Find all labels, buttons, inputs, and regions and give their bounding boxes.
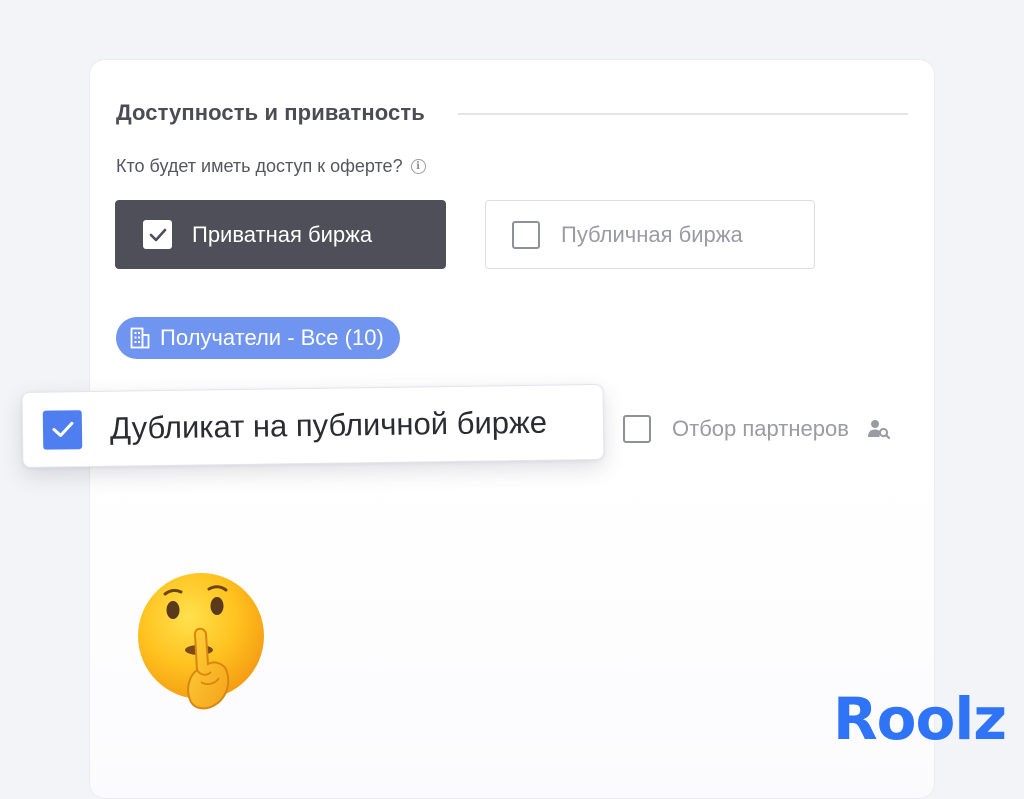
roolz-logo: Roolz — [833, 685, 1007, 753]
duplicate-public-checkbox[interactable] — [42, 409, 83, 450]
building-icon — [130, 327, 150, 349]
recipients-button[interactable]: Получатели - Все (10) — [116, 317, 400, 359]
public-exchange-label: Публичная биржа — [561, 221, 743, 247]
access-question: Кто будет иметь доступ к оферте? i — [116, 156, 426, 177]
private-exchange-label: Приватная биржа — [192, 221, 373, 247]
public-exchange-checkbox[interactable] — [512, 220, 540, 249]
partner-selection-option[interactable]: Отбор партнеров — [623, 415, 891, 443]
section-title: Доступность и приватность — [116, 100, 425, 125]
user-search-icon[interactable] — [867, 418, 891, 440]
public-exchange-option[interactable]: Публичная биржа — [485, 200, 815, 269]
private-exchange-option[interactable]: Приватная биржа — [115, 200, 446, 269]
partner-selection-checkbox[interactable] — [623, 415, 651, 443]
partner-selection-label: Отбор партнеров — [672, 416, 849, 441]
check-icon — [51, 421, 73, 437]
check-icon — [149, 228, 166, 241]
shushing-face-emoji — [135, 572, 270, 712]
info-icon[interactable]: i — [410, 159, 426, 174]
private-exchange-checkbox[interactable] — [143, 220, 172, 249]
recipients-label: Получатели - Все (10) — [160, 325, 384, 350]
duplicate-public-option[interactable]: Дубликат на публичной бирже — [21, 383, 605, 468]
section-divider — [458, 113, 908, 115]
duplicate-public-label: Дубликат на публичной бирже — [109, 404, 548, 446]
access-question-text: Кто будет иметь доступ к оферте? — [116, 156, 403, 176]
